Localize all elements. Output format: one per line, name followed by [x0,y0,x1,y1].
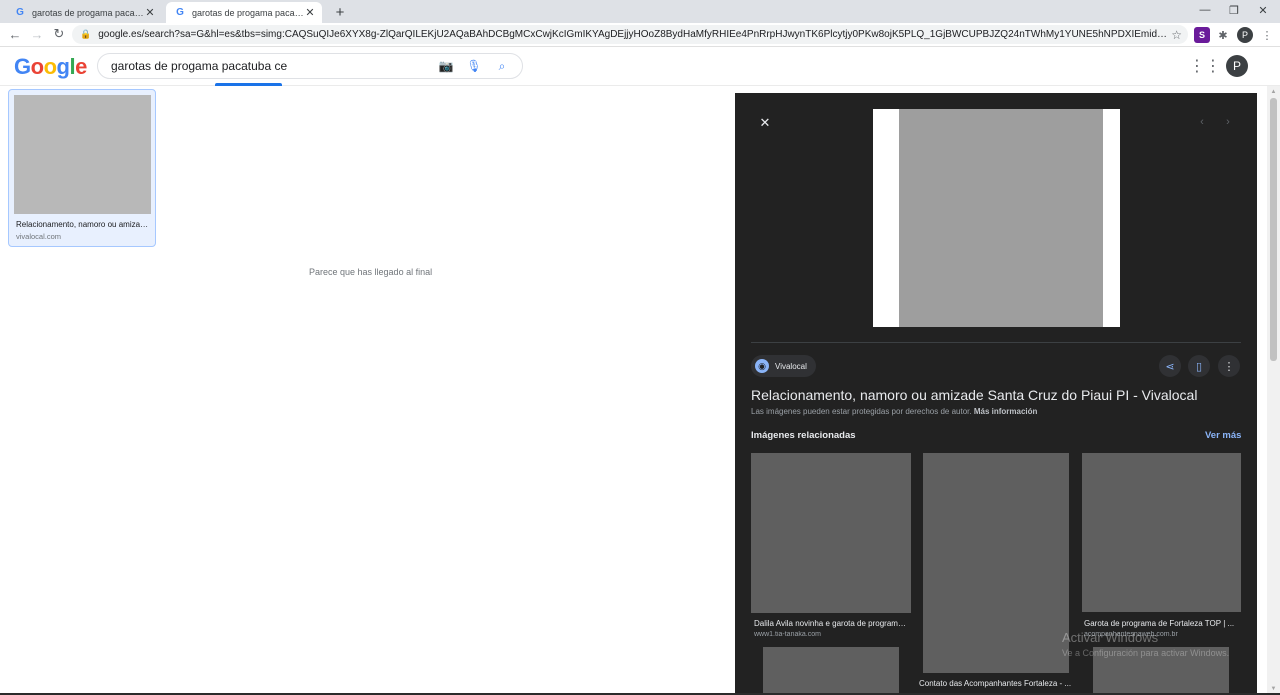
see-more-link[interactable]: Ver más [1205,430,1241,441]
related-site: www1.tia-tanaka.com [754,631,821,638]
scrollbar-thumb[interactable] [1270,98,1277,361]
forward-arrow-icon[interactable]: → [28,25,46,43]
restore-icon[interactable]: ❐ [1219,0,1249,20]
google-header: Google garotas de progama pacatuba ce 📷 … [0,48,1280,86]
preview-image-placeholder[interactable] [899,109,1103,327]
next-arrow-icon[interactable]: › [1221,115,1235,129]
extension-icon[interactable]: S [1194,27,1210,43]
search-icon[interactable]: ⌕ [492,59,512,74]
related-image-placeholder[interactable] [763,647,899,695]
back-arrow-icon[interactable]: ← [6,25,24,43]
camera-search-icon[interactable]: 📷 [436,59,456,73]
end-of-results-message: Parece que has llegado al final [309,267,433,277]
windows-activation-hint: Ve a Configuración para activar Windows. [1062,648,1230,658]
share-icon: ⋖ [1165,360,1175,373]
close-tab-icon[interactable]: ✕ [144,6,156,19]
search-input[interactable]: garotas de progama pacatuba ce 📷 🎙 ⌕ [97,53,523,79]
url-text[interactable]: google.es/search?sa=G&hl=es&tbs=simg:CAQ… [98,29,1171,40]
more-vert-icon: ⋮ [1223,360,1235,373]
result-site: vivalocal.com [16,232,62,241]
related-image-placeholder[interactable] [1082,453,1241,612]
previous-arrow-icon[interactable]: ‹ [1195,115,1209,129]
close-tab-icon[interactable]: ✕ [304,6,316,19]
search-query-text[interactable]: garotas de progama pacatuba ce [111,59,428,73]
related-title[interactable]: Dalila Avila novinha e garota de program… [754,619,910,628]
image-preview-panel: ✕ ‹ › ◉ Vivalocal ⋖ ▯ ⋮ Relacionamento, … [735,93,1257,695]
preview-image-frame[interactable] [873,109,1120,327]
browser-menu-icon[interactable]: ⋮ [1259,27,1275,43]
lock-icon: 🔒 [80,29,92,39]
new-tab-button[interactable]: + [330,2,350,22]
result-title: Relacionamento, namoro ou amizade Santa … [16,220,151,229]
google-apps-icon[interactable]: ⋮⋮ [1189,57,1221,75]
google-logo[interactable]: Google [14,54,87,80]
page-scrollbar[interactable]: ▲ ▼ [1267,86,1280,695]
tab-strip: G garotas de progama pacatuba ce ✕ G gar… [0,0,1280,23]
source-chip[interactable]: ◉ Vivalocal [751,355,816,377]
copyright-notice: Las imágenes pueden estar protegidas por… [751,407,1038,416]
active-tab-indicator [215,83,282,86]
related-image-placeholder[interactable] [923,453,1069,673]
result-thumbnail-placeholder[interactable] [14,95,151,214]
bookmark-icon: ▯ [1195,360,1203,373]
share-button[interactable]: ⋖ [1159,355,1181,377]
globe-icon: ◉ [755,359,769,373]
divider [751,342,1241,343]
save-button[interactable]: ▯ [1188,355,1210,377]
address-bar[interactable]: 🔒 google.es/search?sa=G&hl=es&tbs=simg:C… [72,25,1188,44]
result-card[interactable]: Relacionamento, namoro ou amizade Santa … [8,89,156,247]
close-window-icon[interactable]: ✕ [1248,0,1278,20]
minimize-icon[interactable]: — [1190,0,1220,20]
preview-title[interactable]: Relacionamento, namoro ou amizade Santa … [751,387,1197,403]
extensions-puzzle-icon[interactable]: ✱ [1215,27,1231,43]
related-images-heading: Imágenes relacionadas [751,430,856,441]
browser-tab[interactable]: G garotas de progama pacatuba ce ✕ [6,2,162,23]
close-panel-icon[interactable]: ✕ [757,115,773,131]
microphone-icon[interactable]: 🎙 [464,59,484,73]
windows-activation-watermark: Activar Windows [1062,630,1159,645]
google-favicon-icon: G [16,7,24,18]
related-title[interactable]: Contato das Acompanhantes Fortaleza - ..… [919,679,1075,688]
browser-tab-active[interactable]: G garotas de progama pacatuba ce ✕ [166,2,322,23]
tab-title: garotas de progama pacatuba ce [192,7,304,18]
scroll-up-arrow-icon[interactable]: ▲ [1267,86,1280,98]
more-info-link[interactable]: Más información [974,407,1038,416]
google-favicon-icon: G [176,7,184,18]
related-image-placeholder[interactable] [751,453,911,613]
browser-toolbar: ← → ↻ 🔒 google.es/search?sa=G&hl=es&tbs=… [0,23,1280,47]
profile-avatar[interactable]: P [1237,27,1253,43]
source-name: Vivalocal [775,361,807,371]
bookmark-star-icon[interactable]: ☆ [1171,28,1182,42]
reload-icon[interactable]: ↻ [50,25,68,43]
more-options-button[interactable]: ⋮ [1218,355,1240,377]
related-title[interactable]: Garota de programa de Fortaleza TOP | ..… [1084,619,1241,628]
tab-title: garotas de progama pacatuba ce [32,7,144,18]
account-avatar[interactable]: P [1226,55,1248,77]
